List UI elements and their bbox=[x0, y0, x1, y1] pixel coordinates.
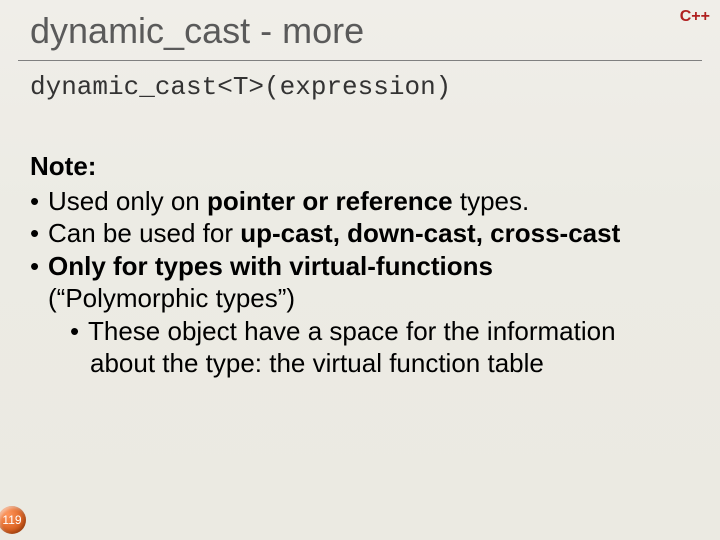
bullet-4-cont: about the type: the virtual function tab… bbox=[90, 347, 690, 380]
bullet-2-bold: up-cast, down-cast, cross-cast bbox=[240, 218, 620, 248]
bullet-4-line2: about the type: the virtual function tab… bbox=[90, 347, 544, 380]
bullet-3: • Only for types with virtual-functions bbox=[30, 250, 690, 283]
page-number-badge: 119 bbox=[0, 506, 26, 534]
bullet-3-sub-text: (“Polymorphic types”) bbox=[48, 282, 295, 315]
slide-title: dynamic_cast - more bbox=[30, 10, 364, 52]
bullet-4-line1: These object have a space for the inform… bbox=[88, 315, 616, 348]
bullet-2-pre: Can be used for bbox=[48, 218, 240, 248]
slide-body: Note: • Used only on pointer or referenc… bbox=[30, 150, 690, 380]
bullet-1-pre: Used only on bbox=[48, 186, 207, 216]
page-number: 119 bbox=[2, 513, 21, 527]
title-divider bbox=[18, 60, 702, 61]
bullet-3-sub: (“Polymorphic types”) bbox=[30, 282, 690, 315]
bullet-3-bold: Only for types with virtual-functions bbox=[48, 250, 493, 283]
language-badge: C++ bbox=[680, 8, 710, 26]
code-syntax: dynamic_cast<T>(expression) bbox=[30, 72, 451, 102]
bullet-1: • Used only on pointer or reference type… bbox=[30, 185, 690, 218]
bullet-4: • These object have a space for the info… bbox=[70, 315, 690, 348]
bullet-1-post: types. bbox=[453, 186, 530, 216]
note-heading: Note: bbox=[30, 150, 690, 183]
bullet-1-bold: pointer or reference bbox=[207, 186, 453, 216]
bullet-2: • Can be used for up-cast, down-cast, cr… bbox=[30, 217, 690, 250]
